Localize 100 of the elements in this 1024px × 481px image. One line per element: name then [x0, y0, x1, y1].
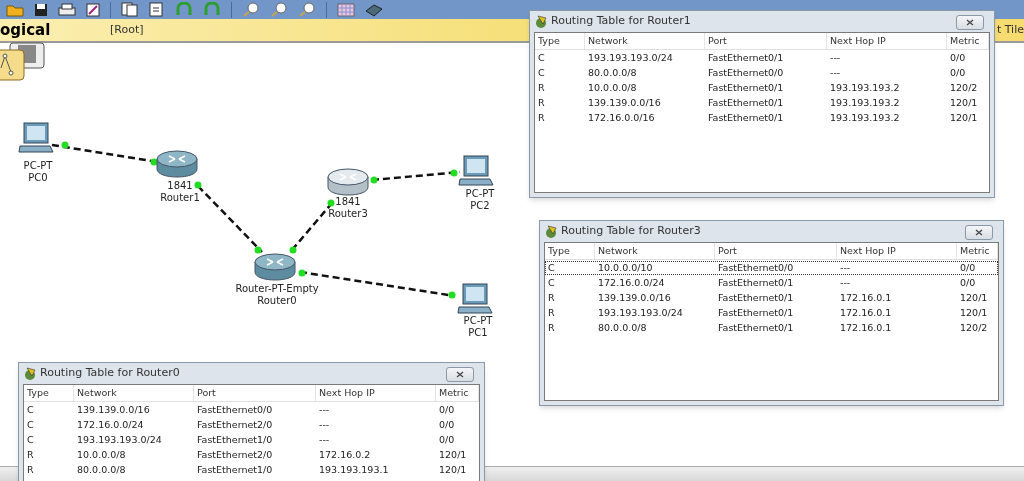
zoom-icon[interactable]	[270, 2, 288, 17]
table-cell-text: 193.193.193.0/24	[597, 306, 684, 320]
table-row[interactable]: C 139.139.0.0/16 FastEthernet0/0 --- 0/0	[24, 403, 479, 417]
column-header[interactable]: Port	[715, 243, 837, 259]
logical-view-icon[interactable]	[0, 42, 46, 82]
close-button[interactable]	[446, 367, 474, 382]
palette-icon[interactable]	[337, 2, 355, 17]
table-cell-text: FastEthernet0/1	[717, 276, 795, 290]
table-cell-text: ---	[839, 261, 852, 275]
table-row[interactable]: R 139.139.0.0/16 FastEthernet0/1 172.16.0.1 120/1	[545, 291, 998, 305]
close-button[interactable]	[956, 15, 984, 30]
table-row[interactable]: R 172.16.0.0/16 FastEthernet0/1 193.193.193.2 120/1	[535, 111, 989, 125]
table-cell-text: 193.193.193.0/24	[587, 51, 674, 65]
table-row[interactable]: C 172.16.0.0/24 FastEthernet2/0 --- 0/0	[24, 418, 479, 432]
zoom-out-icon[interactable]	[298, 2, 316, 17]
table-cell-text: 193.193.193.2	[829, 81, 901, 95]
table-cell-text: 139.139.0.0/16	[597, 291, 672, 305]
table-cell-text: C	[547, 261, 556, 275]
table-cell-text: ---	[318, 433, 331, 447]
device-name: PC1	[468, 327, 488, 339]
table-cell-text: R	[547, 321, 556, 335]
device-name: Router0	[257, 295, 297, 307]
column-header[interactable]: Network	[74, 385, 194, 401]
table-cell-text: 0/0	[949, 66, 967, 80]
table-cell-text: 172.16.0.0/24	[597, 276, 666, 290]
close-button[interactable]	[965, 225, 993, 240]
table-cell-text: R	[547, 291, 556, 305]
table-row[interactable]: C 80.0.0.0/8 FastEthernet0/0 --- 0/0	[535, 66, 989, 80]
save-icon[interactable]	[34, 2, 48, 17]
column-header[interactable]: Port	[194, 385, 316, 401]
pencil-icon[interactable]	[86, 2, 100, 17]
column-header[interactable]: Port	[705, 33, 827, 49]
table-cell-text: FastEthernet1/0	[196, 463, 274, 477]
column-header[interactable]: Type	[24, 385, 74, 401]
table-row[interactable]: R 139.139.0.0/16 FastEthernet0/1 193.193.193.2 120/1	[535, 96, 989, 110]
workspace-label: t Tile	[996, 21, 1024, 38]
table-cell-text: C	[547, 276, 556, 290]
table-row[interactable]: R 10.0.0.0/8 FastEthernet2/0 172.16.0.2 120/1	[24, 448, 479, 462]
router-app-icon	[23, 366, 37, 381]
table-cell-text: 139.139.0.0/16	[587, 96, 662, 110]
table-cell-text: FastEthernet0/0	[707, 66, 785, 80]
column-header[interactable]: Type	[535, 33, 585, 49]
table-cell-text: R	[26, 463, 35, 477]
table-cell-text: FastEthernet1/0	[196, 433, 274, 447]
table-cell-text: 0/0	[949, 51, 967, 65]
table-cell-text: FastEthernet0/1	[707, 81, 785, 95]
computer-icon[interactable]	[458, 155, 494, 187]
computer-icon[interactable]	[457, 283, 493, 315]
column-header[interactable]: Next Hop IP	[827, 33, 947, 49]
table-cell-text: FastEthernet2/0	[196, 418, 274, 432]
table-row[interactable]: C 10.0.0.0/10 FastEthernet0/0 --- 0/0	[545, 261, 998, 275]
zoom-in-icon[interactable]	[242, 2, 260, 17]
table-cell-text: FastEthernet0/0	[196, 403, 274, 417]
column-header[interactable]: Metric	[436, 385, 479, 401]
table-row[interactable]: C 193.193.193.0/24 FastEthernet0/1 --- 0/0	[535, 51, 989, 65]
table-cell-text: 193.193.193.1	[318, 463, 390, 477]
device-model: 1841	[335, 196, 361, 208]
printer-icon[interactable]	[58, 2, 76, 17]
column-header[interactable]: Metric	[947, 33, 989, 49]
computer-icon[interactable]	[18, 122, 54, 154]
table-cell-text: 172.16.0.2	[318, 448, 372, 462]
copy-icon[interactable]	[121, 2, 139, 17]
table-cell-text: 10.0.0.0/8	[587, 81, 638, 95]
column-header[interactable]: Network	[585, 33, 705, 49]
device-model: Router-PT-Empty	[235, 283, 319, 295]
table-cell-text: FastEthernet0/1	[717, 306, 795, 320]
table-cell-text: ---	[839, 276, 852, 290]
table-cell-text: R	[537, 81, 546, 95]
table-cell-text: 172.16.0.1	[839, 321, 893, 335]
table-row[interactable]: C 193.193.193.0/24 FastEthernet1/0 --- 0/0	[24, 433, 479, 447]
table-row[interactable]: R 80.0.0.0/8 FastEthernet0/1 172.16.0.1 120/2	[545, 321, 998, 335]
table-row[interactable]: R 193.193.193.0/24 FastEthernet0/1 172.16.0.1 120/1	[545, 306, 998, 320]
table-cell-text: R	[547, 306, 556, 320]
paste-icon[interactable]	[149, 2, 165, 17]
table-cell-text: 0/0	[959, 261, 977, 275]
column-header[interactable]: Next Hop IP	[316, 385, 436, 401]
router-icon[interactable]	[253, 253, 297, 281]
column-header[interactable]: Network	[595, 243, 715, 259]
device-name: PC0	[28, 172, 48, 184]
table-cell-text: 120/1	[949, 96, 979, 110]
router-icon[interactable]	[326, 168, 370, 196]
column-header[interactable]: Type	[545, 243, 595, 259]
table-row[interactable]: C 172.16.0.0/24 FastEthernet0/1 --- 0/0	[545, 276, 998, 290]
table-cell-text: 120/1	[949, 111, 979, 125]
table-cell-text: 193.193.193.0/24	[76, 433, 163, 447]
column-header[interactable]: Metric	[957, 243, 998, 259]
table-row[interactable]: R 10.0.0.0/8 FastEthernet0/1 193.193.193.2 120/2	[535, 81, 989, 95]
close-icon	[456, 371, 464, 378]
window-title: Routing Table for Router1	[551, 13, 691, 30]
window-title: Routing Table for Router0	[40, 365, 180, 382]
table-cell-text: 0/0	[438, 403, 456, 417]
device-name: Router3	[328, 208, 368, 220]
workspace-mode-label: ogical	[0, 19, 52, 41]
table-cell-text: C	[26, 418, 35, 432]
router-icon[interactable]	[155, 150, 199, 178]
table-row[interactable]: R 80.0.0.0/8 FastEthernet1/0 193.193.193.1 120/1	[24, 463, 479, 477]
table-cell-text: FastEthernet0/0	[717, 261, 795, 275]
column-header[interactable]: Next Hop IP	[837, 243, 957, 259]
device-model: 1841	[167, 180, 193, 192]
device-name: PC2	[470, 200, 490, 212]
